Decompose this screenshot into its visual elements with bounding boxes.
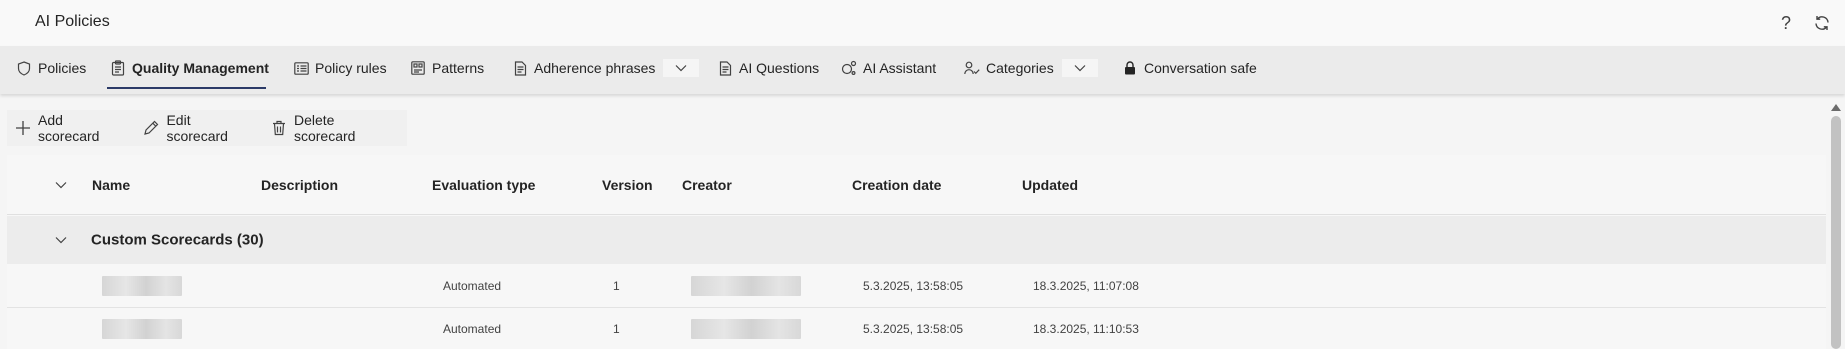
column-header-creator[interactable]: Creator [682,177,732,193]
chevron-down-icon[interactable] [1061,59,1098,77]
tab-conversation-safe[interactable]: Conversation safe [1122,46,1257,90]
tab-label: Patterns [432,60,485,76]
tab-label: AI Assistant [863,60,937,76]
cell-updated: 18.3.2025, 11:07:08 [1033,279,1139,293]
redacted-creator [691,276,801,296]
app-header: AI Policies ? [0,0,1845,46]
tab-label: Quality Management [132,60,269,76]
edit-scorecard-label: Edit scorecard [166,112,228,144]
chevron-down-icon[interactable] [663,59,700,77]
cell-evaluation-type: Automated [443,279,502,293]
app-title: AI Policies [35,13,110,30]
tab-label: Conversation safe [1144,60,1257,76]
patterns-icon [410,60,426,76]
chevron-down-icon[interactable] [53,232,69,248]
cell-version: 1 [613,322,620,336]
cell-evaluation-type: Automated [443,322,502,336]
vertical-scrollbar[interactable] [1827,100,1845,349]
table-row[interactable]: Automated 1 5.3.2025, 13:58:05 18.3.2025… [7,265,1826,308]
header-actions: ? [1775,12,1833,34]
ai-sparkle-icon [841,60,857,76]
redacted-name [102,319,182,339]
cell-version: 1 [613,279,620,293]
command-bar: Add scorecard Edit scorecard Delete scor… [7,110,407,146]
tab-policy-rules[interactable]: Policy rules [293,46,387,90]
document-icon [717,60,733,76]
column-header-description[interactable]: Description [261,177,338,193]
tab-label: AI Questions [739,60,820,76]
plus-icon [15,120,31,136]
cell-creation-date: 5.3.2025, 13:58:05 [863,279,964,293]
active-tab-indicator [107,87,266,89]
add-scorecard-button[interactable]: Add scorecard [7,110,135,146]
document-icon [512,60,528,76]
clipboard-icon [110,60,126,76]
tab-quality-management[interactable]: Quality Management [110,46,269,90]
table-header: Name Description Evaluation type Version… [7,155,1826,215]
add-scorecard-label: Add scorecard [38,112,100,144]
tab-label: Policies [38,60,87,76]
scorecards-table: Name Description Evaluation type Version… [7,155,1826,349]
column-header-version[interactable]: Version [602,177,653,193]
table-row[interactable]: Automated 1 5.3.2025, 13:58:05 18.3.2025… [7,308,1826,349]
scroll-up-arrow-icon[interactable] [1831,104,1841,111]
help-icon[interactable]: ? [1775,12,1797,34]
tab-label: Policy rules [315,60,387,76]
column-header-evaluation-type[interactable]: Evaluation type [432,177,535,193]
edit-scorecard-button[interactable]: Edit scorecard [135,110,263,146]
delete-scorecard-button[interactable]: Delete scorecard [263,110,407,146]
trash-icon [271,120,287,136]
column-header-updated[interactable]: Updated [1022,177,1078,193]
column-header-creation-date[interactable]: Creation date [852,177,941,193]
people-icon [964,60,980,76]
tab-label: Adherence phrases [534,60,656,76]
tab-ai-questions[interactable]: AI Questions [717,46,819,90]
column-header-name[interactable]: Name [92,177,130,193]
refresh-icon[interactable] [1811,12,1833,34]
group-title: Custom Scorecards (30) [91,231,264,249]
scroll-thumb[interactable] [1831,116,1841,349]
cell-updated: 18.3.2025, 11:10:53 [1033,322,1139,336]
tab-label: Categories [986,60,1054,76]
tab-adherence-phrases[interactable]: Adherence phrases [512,46,700,90]
rules-icon [293,60,309,76]
tab-patterns[interactable]: Patterns [410,46,484,90]
tab-ai-assistant[interactable]: AI Assistant [841,46,936,90]
delete-scorecard-label: Delete scorecard [293,112,356,144]
pencil-icon [143,120,159,136]
tab-bar: Policies Quality Management Policy rules… [0,46,1845,94]
lock-icon [1122,60,1138,76]
shield-icon [16,60,32,76]
redacted-name [102,276,182,296]
collapse-all-chevron-icon[interactable] [53,177,69,193]
tab-categories[interactable]: Categories [964,46,1098,90]
tab-policies[interactable]: Policies [16,46,86,90]
redacted-creator [691,319,801,339]
cell-creation-date: 5.3.2025, 13:58:05 [863,322,964,336]
group-header-row[interactable]: Custom Scorecards (30) [7,216,1826,264]
